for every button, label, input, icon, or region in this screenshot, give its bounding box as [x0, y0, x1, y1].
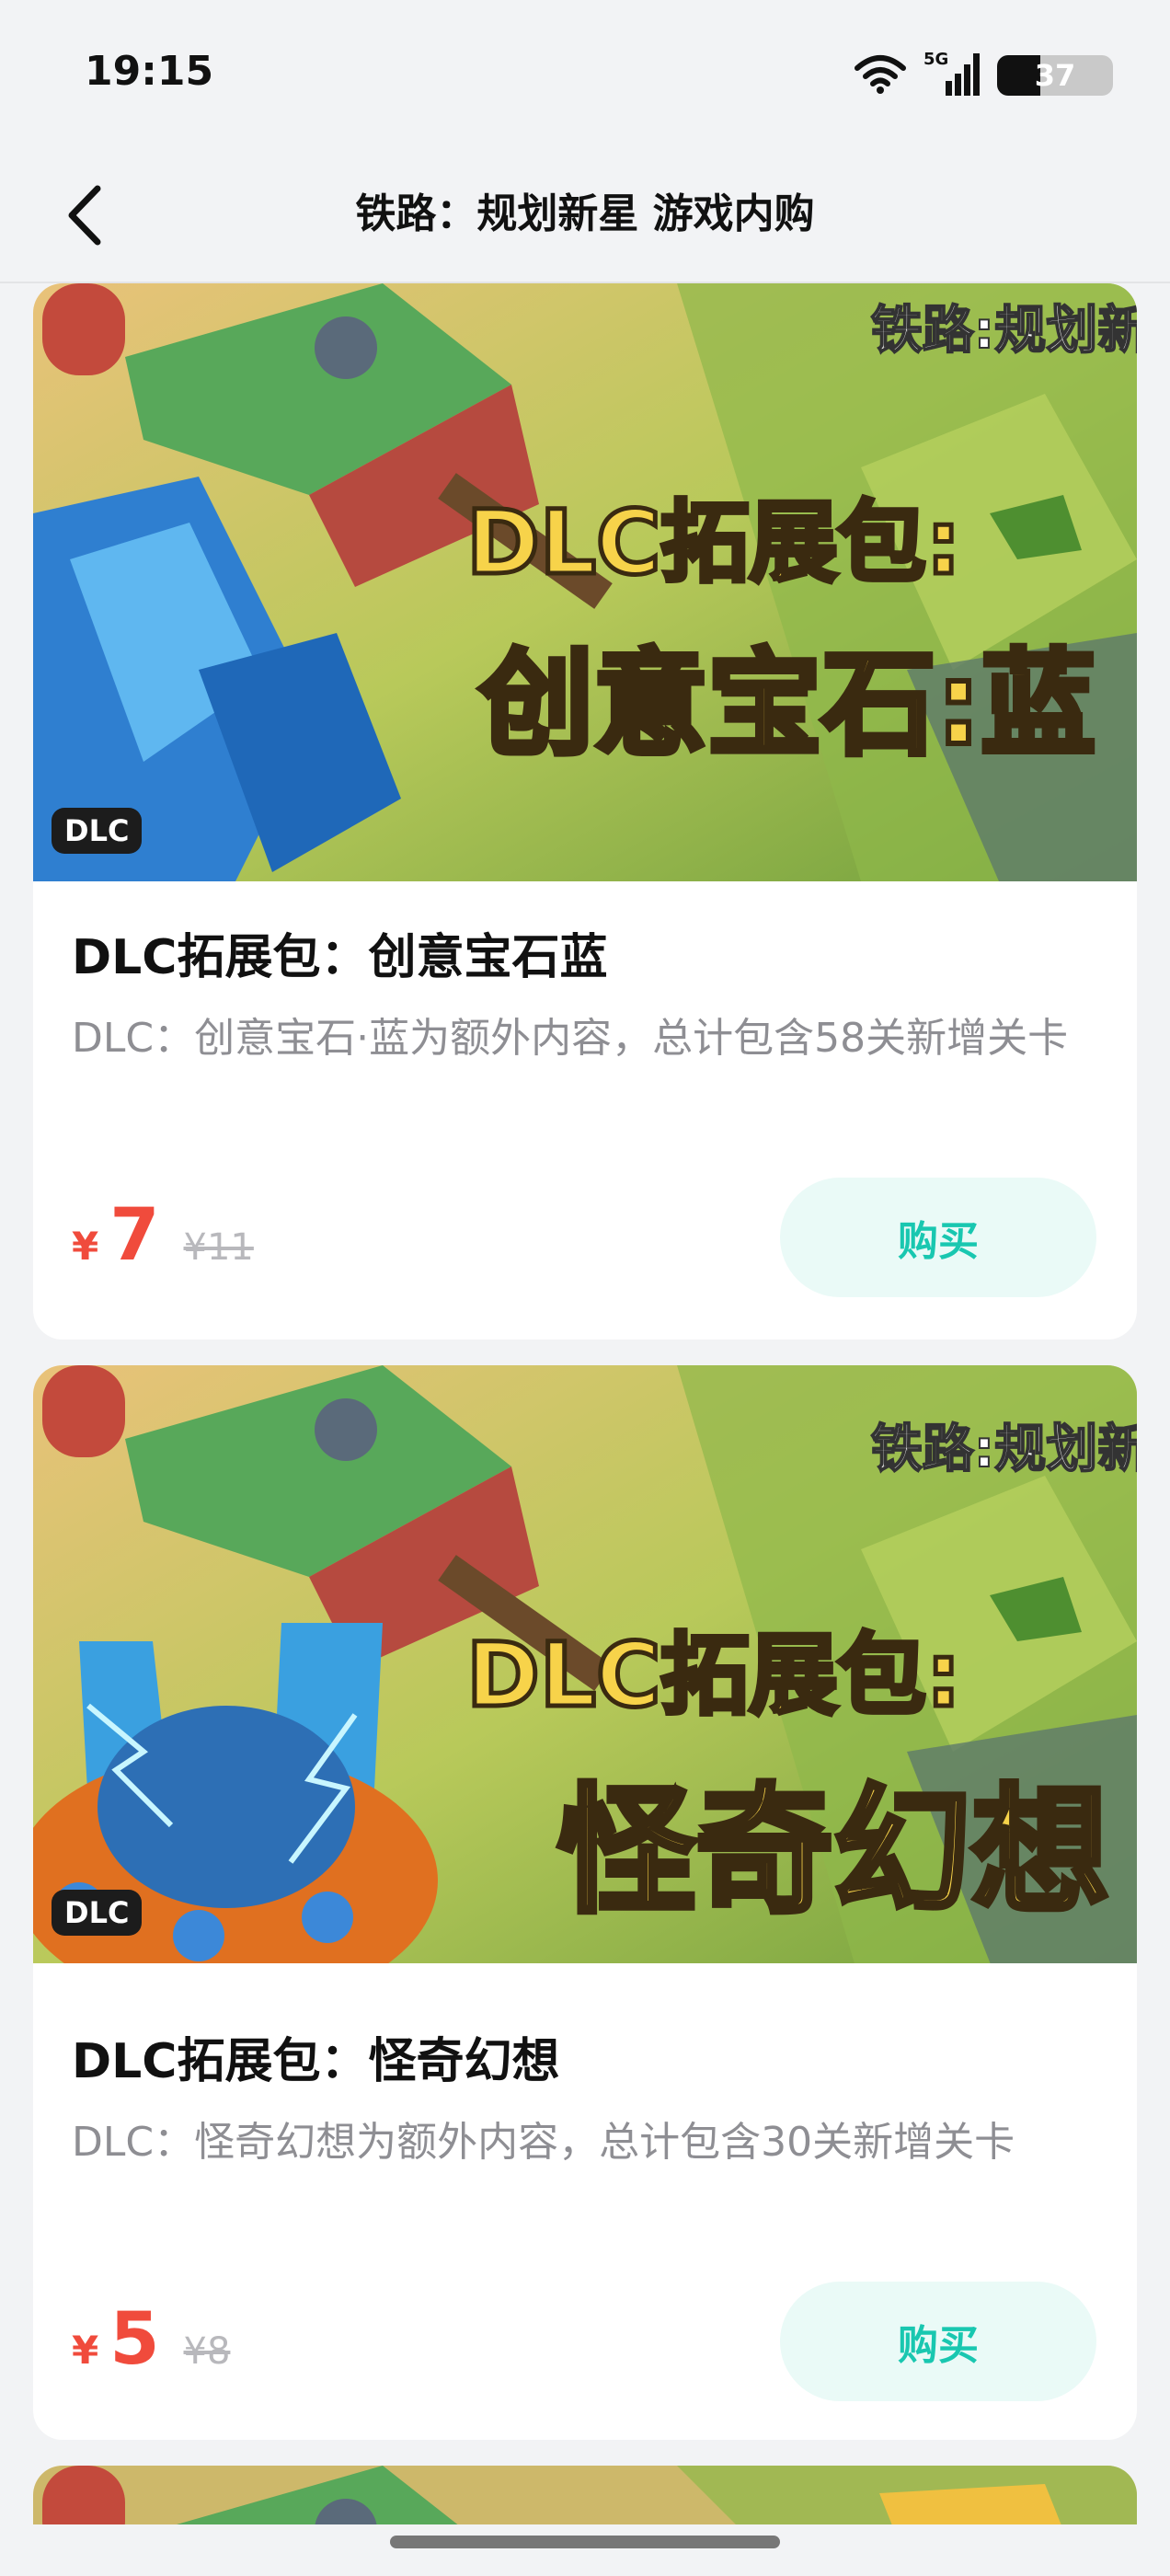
sale-price: 7 [109, 1194, 160, 1277]
product-banner[interactable]: 铁路:规划新星 DLC拓展包: 怪奇幻想 DLC [33, 1365, 1137, 1963]
game-logo: 铁路:规划新星 [871, 301, 1137, 361]
buy-button[interactable]: 购买 [780, 2282, 1096, 2401]
battery-icon: 37 [997, 55, 1113, 96]
wifi-icon [854, 53, 907, 98]
product-card [33, 2466, 1137, 2524]
page-title: 铁路：规划新星 游戏内购 [355, 190, 815, 237]
product-card: 铁路:规划新星 DLC拓展包: 创意宝石:蓝 DLC DLC拓展包：创意宝石蓝 … [33, 283, 1137, 1340]
banner-line2: 创意宝石:蓝 [479, 638, 1095, 771]
product-banner[interactable]: 铁路:规划新星 DLC拓展包: 创意宝石:蓝 DLC [33, 283, 1137, 881]
dlc-badge: DLC [52, 1890, 143, 1936]
banner-line1: DLC拓展包: [466, 1624, 961, 1727]
status-icons: 5G 37 [854, 48, 1113, 103]
original-price: ¥8 [183, 2330, 231, 2373]
product-title: DLC拓展包：怪奇幻想 [72, 2034, 560, 2089]
buy-button[interactable]: 购买 [780, 1178, 1096, 1297]
product-description: DLC：创意宝石·蓝为额外内容，总计包含58关新增关卡 [72, 1015, 1069, 1062]
home-indicator[interactable] [390, 2536, 780, 2548]
product-list[interactable]: 铁路:规划新星 DLC拓展包: 创意宝石:蓝 DLC DLC拓展包：创意宝石蓝 … [33, 283, 1137, 2524]
currency-symbol: ¥ [72, 2328, 99, 2373]
currency-symbol: ¥ [72, 1224, 99, 1269]
price-row: ¥ 5 ¥8 [72, 2298, 230, 2390]
dlc-badge: DLC [52, 808, 143, 854]
battery-level: 37 [1034, 58, 1076, 93]
nav-bar: 铁路：规划新星 游戏内购 [0, 147, 1170, 283]
banner-line2: 怪奇幻想 [557, 1772, 1109, 1932]
cellular-signal-icon: 5G [923, 50, 981, 101]
sale-price: 5 [109, 2298, 160, 2381]
status-time: 19:15 [85, 48, 214, 95]
status-bar: 19:15 5G 37 [0, 0, 1170, 147]
product-title: DLC拓展包：创意宝石蓝 [72, 930, 608, 985]
banner-line1: DLC拓展包: [466, 491, 961, 594]
game-logo: 铁路:规划新星 [871, 1420, 1137, 1479]
product-description: DLC：怪奇幻想为额外内容，总计包含30关新增关卡 [72, 2119, 1015, 2166]
network-label: 5G [923, 50, 948, 69]
price-row: ¥ 7 ¥11 [72, 1194, 254, 1286]
product-banner[interactable] [33, 2466, 1137, 2524]
product-card: 铁路:规划新星 DLC拓展包: 怪奇幻想 DLC DLC拓展包：怪奇幻想 DLC… [33, 1365, 1137, 2440]
original-price: ¥11 [183, 1226, 254, 1269]
